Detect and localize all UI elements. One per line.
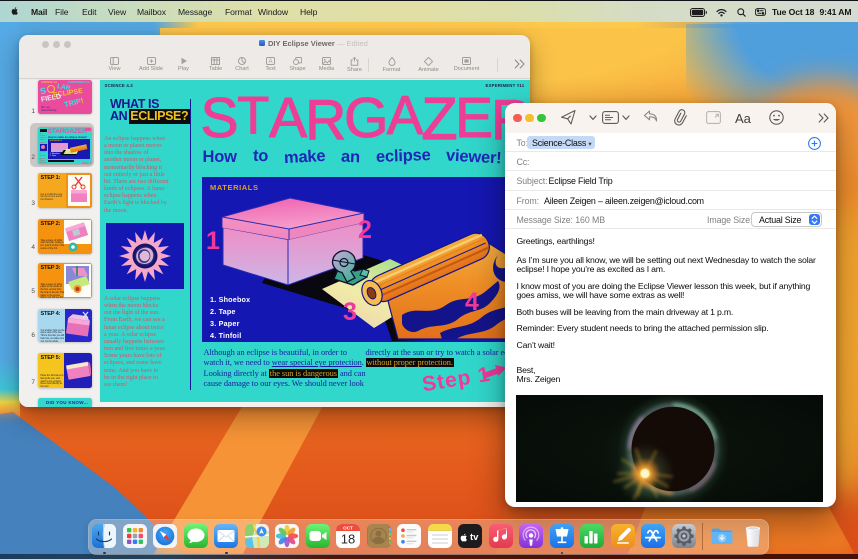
svg-text:OCT: OCT bbox=[343, 525, 353, 530]
svg-text:18: 18 bbox=[341, 532, 355, 547]
svg-text:3: 3 bbox=[343, 298, 357, 326]
svg-text:4: 4 bbox=[465, 288, 479, 316]
svg-text:1: 1 bbox=[206, 227, 220, 255]
svg-text:tv: tv bbox=[470, 532, 479, 543]
svg-text:2: 2 bbox=[358, 216, 372, 244]
